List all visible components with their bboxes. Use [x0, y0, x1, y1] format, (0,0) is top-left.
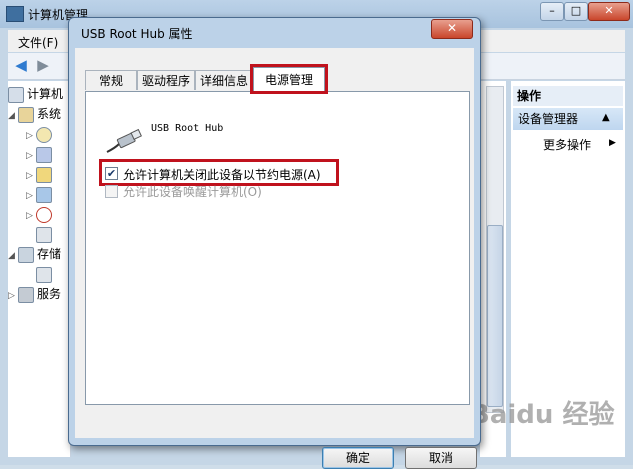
tree-node-label: 服务 [37, 287, 62, 301]
collapse-icon[interactable]: ◢ [8, 247, 18, 263]
collapse-icon[interactable]: ◢ [8, 107, 18, 123]
computer-management-icon [6, 6, 24, 22]
submenu-arrow-icon: ▶ [609, 138, 616, 148]
clock-icon [36, 126, 52, 143]
tools-icon [18, 106, 34, 123]
expand-icon[interactable]: ▷ [26, 127, 36, 143]
device-name: USB Root Hub [151, 123, 224, 134]
maximize-button[interactable]: □ [564, 2, 588, 21]
close-button[interactable]: ✕ [588, 2, 630, 21]
tab-general[interactable]: 常规 [85, 70, 137, 90]
expand-icon[interactable]: ▷ [8, 287, 18, 303]
device-manager-icon [36, 226, 52, 243]
watermark: Baidu 经验 [470, 400, 615, 430]
scrollbar-thumb[interactable] [487, 225, 503, 407]
properties-dialog: USB Root Hub 属性 ✕ 常规 驱动程序 详细信息 电源管理 USB … [68, 17, 481, 469]
cancel-button[interactable]: 取消 [405, 447, 477, 469]
back-arrow-icon[interactable]: ◀ [12, 57, 30, 73]
tree-node-storage[interactable]: ◢ 存储 [8, 245, 61, 263]
usb-plug-icon [106, 128, 142, 153]
tree-node-disk-management[interactable] [36, 265, 55, 283]
actions-header: 操作 [513, 86, 623, 106]
folder-icon [36, 166, 52, 183]
tree-node-system[interactable]: ◢ 系统 [8, 105, 61, 123]
dialog-close-button[interactable]: ✕ [431, 19, 473, 39]
checkbox-highlight-box [99, 159, 339, 186]
users-icon [36, 186, 52, 203]
tree-node-label: 系统 [37, 107, 62, 121]
tree-node-services[interactable]: ▷ 服务 [8, 285, 61, 303]
action-more-actions[interactable]: 更多操作 [543, 136, 591, 153]
services-icon [18, 286, 34, 303]
tree-node-label: 存储 [37, 247, 62, 261]
tab-driver[interactable]: 驱动程序 [137, 70, 195, 90]
tree-node-device-manager[interactable] [36, 225, 55, 243]
expand-icon[interactable]: ▷ [26, 147, 36, 163]
tree-node-label: 计算机 [27, 87, 64, 101]
tree-node-local-users[interactable]: ▷ [26, 185, 55, 203]
dialog-title: USB Root Hub 属性 [81, 27, 193, 41]
tree-node-task-scheduler[interactable]: ▷ [26, 125, 55, 143]
tree-node-event-viewer[interactable]: ▷ [26, 145, 55, 163]
storage-icon [18, 246, 34, 263]
expand-icon[interactable]: ▷ [26, 167, 36, 183]
no-entry-icon [36, 206, 52, 223]
computer-icon [8, 86, 24, 103]
expand-icon[interactable]: ▷ [26, 207, 36, 223]
collapse-up-icon[interactable]: ▲ [602, 112, 610, 123]
disk-icon [36, 266, 52, 283]
tab-details[interactable]: 详细信息 [195, 70, 253, 90]
navigation-tree: 计算机 ◢ 系统 ▷ ▷ ▷ ▷ ▷ ◢ 存储 ▷ 服务 [8, 81, 71, 457]
allow-wake-checkbox [105, 185, 118, 198]
forward-arrow-icon[interactable]: ▶ [34, 57, 52, 73]
tab-highlight-box [250, 64, 328, 94]
menu-file[interactable]: 文件(F) [18, 34, 58, 51]
expand-icon[interactable]: ▷ [26, 187, 36, 203]
ok-button[interactable]: 确定 [322, 447, 394, 469]
tree-node-performance[interactable]: ▷ [26, 205, 55, 223]
tree-node-computer[interactable]: 计算机 [8, 85, 63, 103]
minimize-button[interactable]: – [540, 2, 564, 21]
event-log-icon [36, 146, 52, 163]
dialog-body: 常规 驱动程序 详细信息 电源管理 USB Root Hub ✔ 允许计算机关闭… [75, 48, 477, 469]
tree-node-shared-folders[interactable]: ▷ [26, 165, 55, 183]
allow-wake-label: 允许此设备唤醒计算机(O) [123, 185, 262, 199]
